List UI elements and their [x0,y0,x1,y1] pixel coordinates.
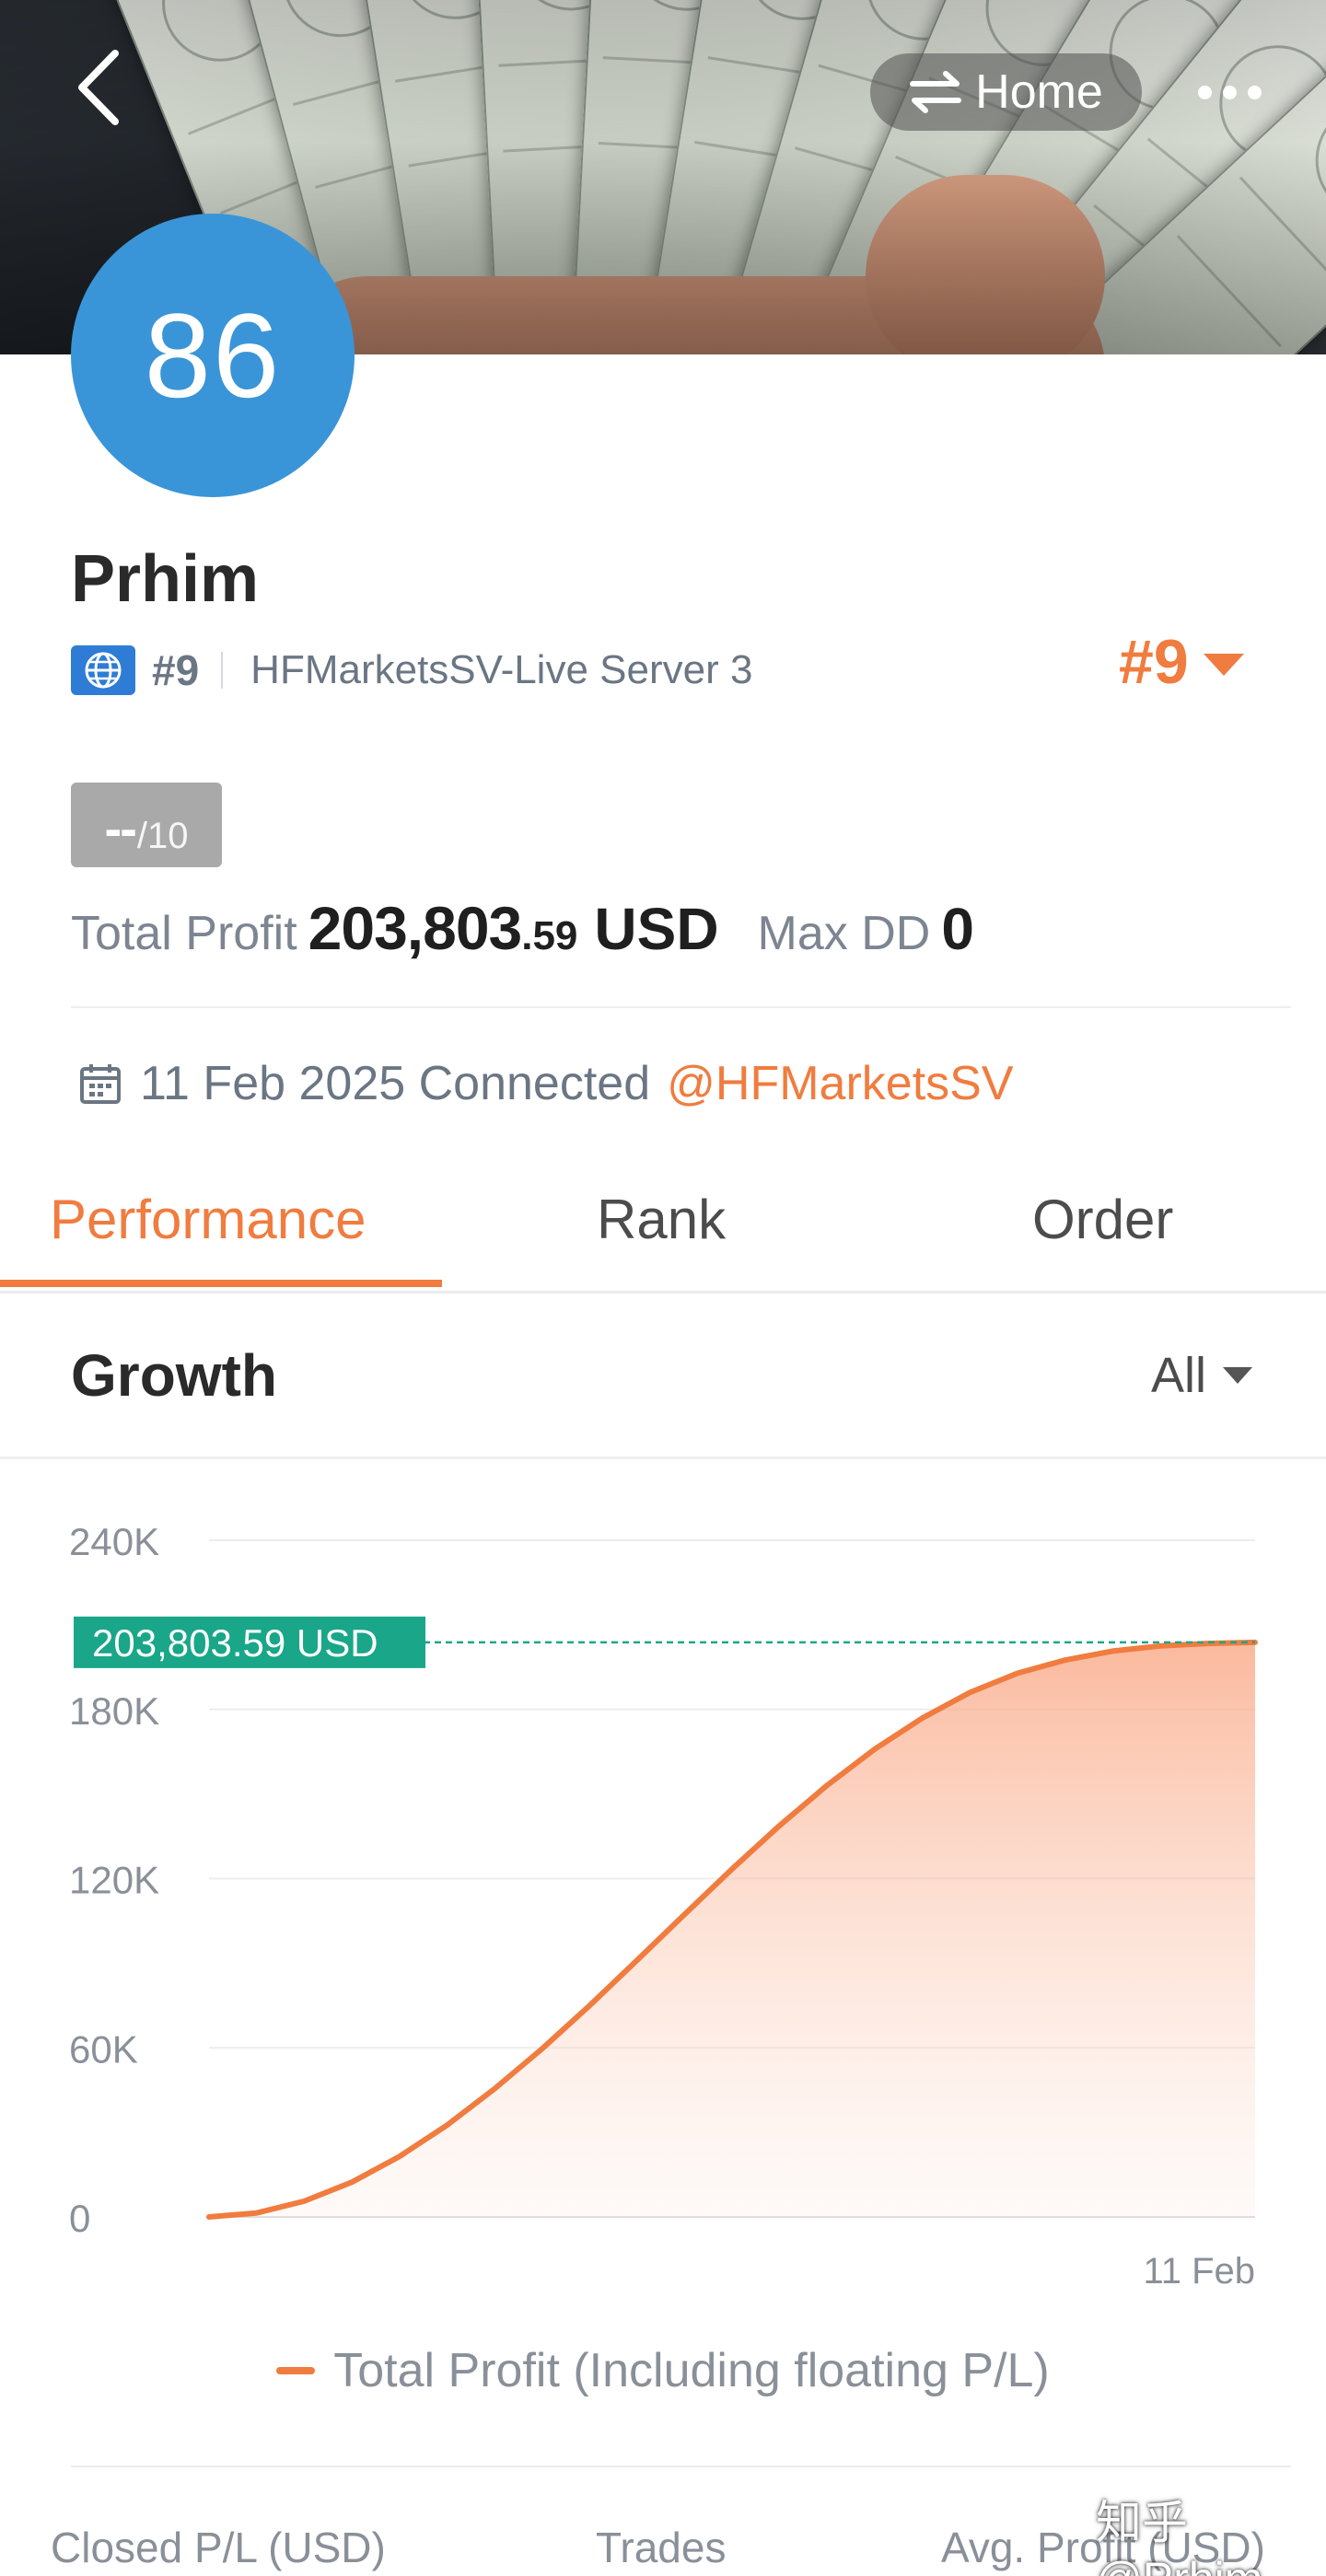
tab-bar: Performance Rank Order [0,1169,1326,1294]
tab-rank[interactable]: Rank [597,1188,726,1251]
chart-legend: Total Profit (Including floating P/L) [0,2343,1326,2398]
connected-date: 11 Feb 2025 Connected [140,1057,651,1110]
tab-performance[interactable]: Performance [50,1188,366,1251]
y-tick-label: 0 [69,2197,90,2240]
rank-server-row: #9 HFMarketsSV-Live Server 3 [71,644,752,696]
caret-down-icon [1203,654,1244,676]
total-profit-label: Total Profit [71,907,297,960]
swap-arrows-icon [910,71,962,113]
caret-down-icon [1223,1367,1253,1384]
avatar[interactable]: 86 [71,214,355,497]
growth-chart-svg: 203,803.59 USD 240K 180K 120K 60K 0 11 Feb [69,1520,1258,2292]
y-tick-label: 60K [69,2027,138,2071]
growth-title: Growth [71,1342,277,1409]
divider [71,2466,1291,2467]
range-dropdown[interactable]: All [1151,1347,1253,1404]
more-options-button[interactable] [1179,55,1280,129]
score-denominator: /10 [136,816,189,856]
range-value: All [1151,1348,1207,1403]
divider [221,652,224,689]
avatar-score: 86 [144,288,282,423]
stat-closed-pl-label: Closed P/L (USD) [51,2524,386,2571]
legend-swatch [276,2367,316,2374]
growth-header: Growth All [0,1294,1326,1459]
total-profit-currency: USD [594,896,719,962]
y-tick-label: 180K [69,1689,159,1733]
stat-trades-label: Trades [596,2524,727,2571]
total-profit-integer: 203,803 [308,894,523,962]
legend-label: Total Profit (Including floating P/L) [333,2344,1050,2397]
chevron-left-icon [78,50,119,125]
connected-info: 11 Feb 2025 Connected @HFMarketsSV [77,1051,1014,1116]
max-dd-value: 0 [941,896,974,962]
home-button[interactable]: Home [870,53,1142,131]
growth-chart: 203,803.59 USD 240K 180K 120K 60K 0 11 Feb [0,1464,1326,2292]
server-name: HFMarketsSV-Live Server 3 [250,647,753,692]
score-badge: -- /10 [71,783,222,867]
more-dots-icon [1197,85,1212,99]
x-tick-label: 11 Feb [1143,2251,1255,2292]
y-tick-label: 240K [69,1520,159,1563]
rank-dropdown[interactable]: #9 [1119,626,1244,698]
back-button[interactable] [57,46,140,129]
max-dd-label: Max DD [757,907,931,960]
profit-summary: Total Profit 203,803 .59 USD Max DD 0 [71,893,974,976]
home-label: Home [975,65,1103,119]
y-tick-label: 120K [69,1859,159,1902]
calendar-icon [77,1061,123,1107]
rank-value: #9 [1119,627,1189,697]
account-name: Prhim [71,542,260,616]
divider [71,1006,1291,1008]
value-marker-label: 203,803.59 USD [92,1621,378,1665]
series-area [209,1642,1255,2217]
score-value: -- [104,799,137,857]
globe-icon [71,645,135,695]
watermark: 知乎 @Prhim [1096,2497,1262,2576]
total-profit-decimal: .59 [521,913,578,958]
active-tab-indicator [0,1280,442,1287]
global-rank: #9 [152,646,200,694]
broker-link[interactable]: @HFMarketsSV [667,1056,1013,1111]
tab-order[interactable]: Order [1032,1188,1173,1251]
